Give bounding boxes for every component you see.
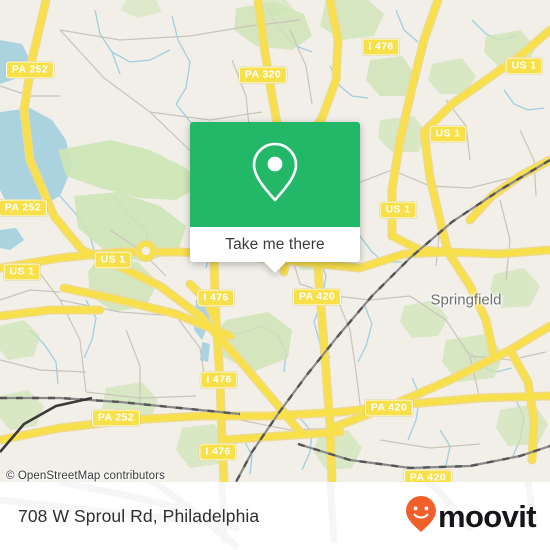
popup-pointer-tail bbox=[263, 261, 287, 273]
road-shield: US 1 bbox=[94, 251, 132, 269]
road-shield: US 1 bbox=[505, 57, 543, 75]
address-label: 708 W Sproul Rd, Philadelphia bbox=[18, 505, 260, 526]
road-shield: PA 420 bbox=[403, 469, 453, 482]
popup-footer[interactable]: Take me there bbox=[190, 227, 360, 273]
road-shield: PA 252 bbox=[5, 61, 55, 79]
location-popup-card[interactable]: Take me there bbox=[190, 122, 360, 273]
road-shield: PA 252 bbox=[0, 199, 48, 217]
osm-attribution[interactable]: © OpenStreetMap contributors bbox=[6, 470, 165, 482]
road-shield: US 1 bbox=[429, 125, 467, 143]
road-shield: PA 420 bbox=[364, 399, 414, 417]
map-screenshot-root: PA 252 PA 320 I 476 US 1 US 1 PA 252 US 1 US 1 U… bbox=[0, 0, 550, 550]
moovit-smiley-pin-icon bbox=[405, 495, 437, 538]
road-shield: US 1 bbox=[3, 263, 41, 281]
popup-header bbox=[190, 122, 360, 227]
place-label: Springfield bbox=[430, 291, 502, 309]
road-shield: PA 320 bbox=[238, 66, 288, 84]
location-pin-icon bbox=[251, 141, 299, 208]
road-shield: PA 252 bbox=[91, 409, 141, 427]
road-shield: I 476 bbox=[200, 371, 238, 389]
road-shield: PA 420 bbox=[292, 288, 342, 306]
take-me-there-label: Take me there bbox=[225, 235, 325, 253]
road-shield: I 476 bbox=[197, 289, 235, 307]
road-shield: I 476 bbox=[199, 443, 237, 461]
moovit-logo[interactable]: moovit bbox=[405, 495, 537, 538]
bottom-info-bar: 708 W Sproul Rd, Philadelphia moovit bbox=[0, 482, 550, 550]
moovit-wordmark: moovit bbox=[437, 498, 537, 534]
road-shield: I 476 bbox=[362, 38, 400, 56]
road-shield: US 1 bbox=[379, 201, 417, 219]
